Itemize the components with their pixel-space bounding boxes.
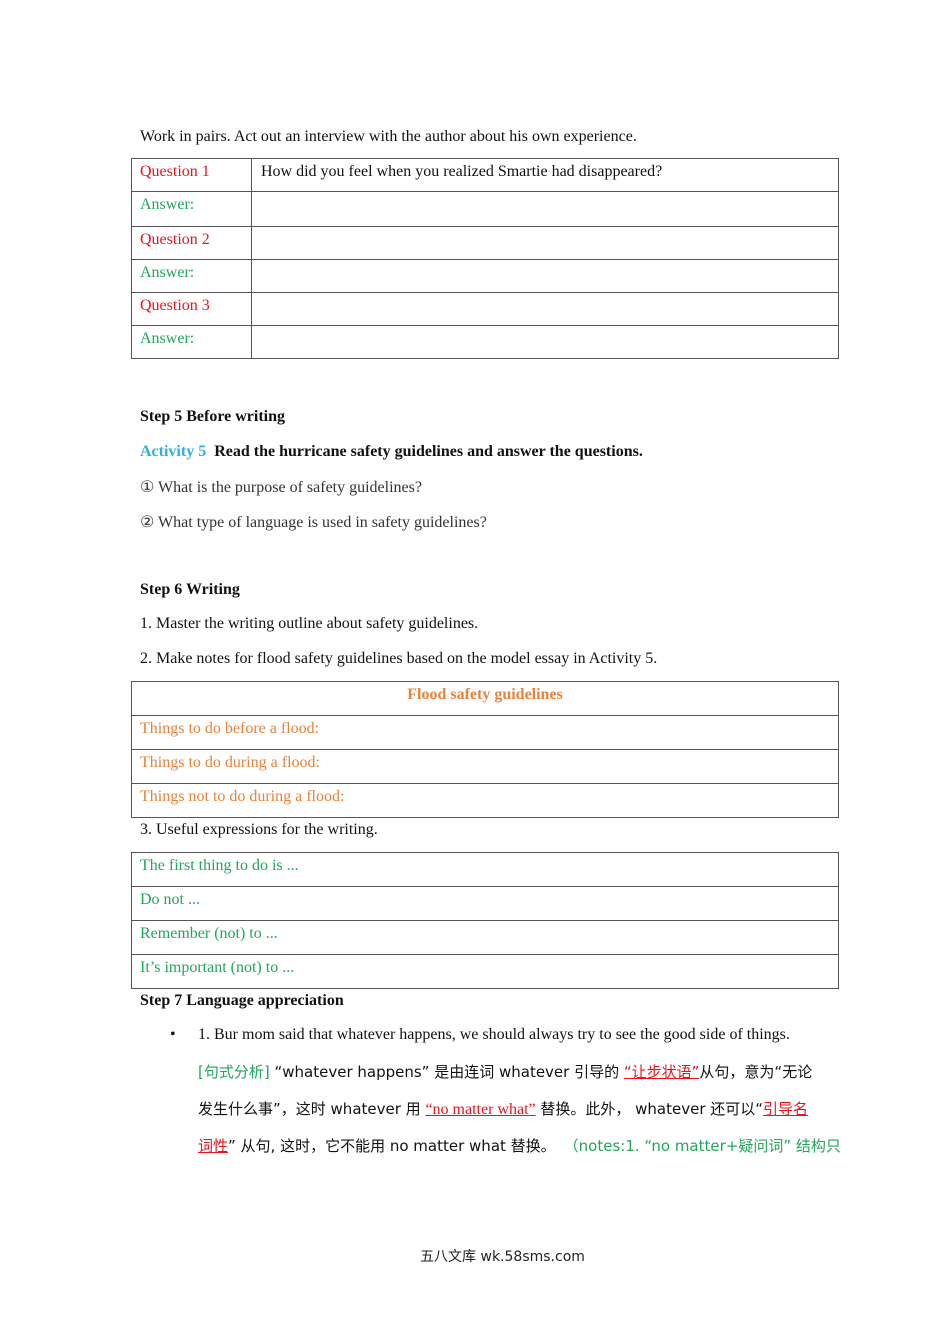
analysis-text: 从句，意为“无论 (699, 1063, 813, 1081)
question-1-content[interactable]: How did you feel when you realized Smart… (251, 158, 839, 192)
table-row: Things to do during a flood: (131, 749, 839, 784)
table-row: Things not to do during a flood: (131, 783, 839, 818)
step5-title: Step 5 Before writing (140, 408, 286, 425)
table-row: It’s important (not) to ... (131, 954, 839, 989)
highlight-noun-clause-a: 引导名 (763, 1100, 809, 1118)
step7-title: Step 7 Language appreciation (140, 992, 344, 1009)
table-row: Remember (not) to ... (131, 920, 839, 955)
bullet-icon: • (170, 1026, 176, 1043)
expression-1: The first thing to do is ... (131, 852, 839, 887)
step6-item-3: 3. Useful expressions for the writing. (140, 821, 378, 838)
answer-2-label: Answer: (131, 259, 252, 293)
analysis-text: “whatever happens” 是由连词 whatever 引导的 (269, 1063, 624, 1081)
flood-row-before[interactable]: Things to do before a flood: (131, 715, 839, 750)
analysis-line-1: [句式分析] “whatever happens” 是由连词 whatever … (198, 1061, 812, 1082)
highlight-concessive: “让步状语” (623, 1063, 700, 1081)
answer-3-label: Answer: (131, 325, 252, 359)
expression-4: It’s important (not) to ... (131, 954, 839, 989)
table-row: The first thing to do is ... (131, 852, 839, 887)
analysis-tag: [句式分析] (198, 1063, 270, 1081)
step6-title: Step 6 Writing (140, 581, 240, 598)
expressions-table: The first thing to do is ... Do not ... … (131, 852, 839, 989)
step7-sentence: 1. Bur mom said that whatever happens, w… (198, 1026, 790, 1043)
table-row: Question 1 How did you feel when you rea… (131, 158, 839, 192)
intro-text: Work in pairs. Act out an interview with… (140, 128, 637, 145)
step5-question-2: ② What type of language is used in safet… (140, 514, 487, 531)
activity5-text: Read the hurricane safety guidelines and… (214, 443, 643, 460)
expression-3: Remember (not) to ... (131, 920, 839, 955)
flood-table-header: Flood safety guidelines (131, 681, 839, 716)
question-3-label: Question 3 (131, 292, 252, 326)
highlight-no-matter-what: “no matter what” (425, 1101, 536, 1118)
analysis-note: （notes:1. “no matter+疑问词” 结构只 (563, 1137, 841, 1155)
step6-item-1: 1. Master the writing outline about safe… (140, 615, 479, 632)
activity5-label: Activity 5 (140, 443, 207, 460)
answer-3-content[interactable] (251, 325, 839, 359)
table-row: Answer: (131, 325, 839, 359)
analysis-text: 替换。此外， whatever 还可以“ (535, 1100, 764, 1118)
answer-1-label: Answer: (131, 191, 252, 227)
table-row: Answer: (131, 259, 839, 293)
table-header-row: Flood safety guidelines (131, 681, 839, 716)
question-2-label: Question 2 (131, 226, 252, 260)
table-row: Question 3 (131, 292, 839, 326)
highlight-noun-clause-b: 词性 (198, 1137, 229, 1155)
step5-question-1: ① What is the purpose of safety guidelin… (140, 479, 422, 496)
analysis-line-3: 词性” 从句, 这时，它不能用 no matter what 替换。 （note… (198, 1135, 841, 1156)
footer-watermark: 五八文库 wk.58sms.com (420, 1249, 585, 1265)
expression-2: Do not ... (131, 886, 839, 921)
question-1-label: Question 1 (131, 158, 252, 192)
table-row: Answer: (131, 191, 839, 227)
flood-row-not-during[interactable]: Things not to do during a flood: (131, 783, 839, 818)
analysis-text: 发生什么事”，这时 whatever 用 (198, 1100, 426, 1118)
table-row: Things to do before a flood: (131, 715, 839, 750)
answer-2-content[interactable] (251, 259, 839, 293)
flood-row-during[interactable]: Things to do during a flood: (131, 749, 839, 784)
question-3-content[interactable] (251, 292, 839, 326)
flood-table: Flood safety guidelines Things to do bef… (131, 681, 839, 818)
interview-table: Question 1 How did you feel when you rea… (131, 158, 839, 359)
analysis-text: ” 从句, 这时，它不能用 no matter what 替换。 (228, 1137, 556, 1155)
answer-1-content[interactable] (251, 191, 839, 227)
table-row: Do not ... (131, 886, 839, 921)
step6-item-2: 2. Make notes for flood safety guideline… (140, 650, 658, 667)
table-row: Question 2 (131, 226, 839, 260)
activity5-line: Activity 5 Read the hurricane safety gui… (140, 443, 643, 461)
analysis-line-2: 发生什么事”，这时 whatever 用 “no matter what” 替换… (198, 1098, 808, 1119)
question-2-content[interactable] (251, 226, 839, 260)
